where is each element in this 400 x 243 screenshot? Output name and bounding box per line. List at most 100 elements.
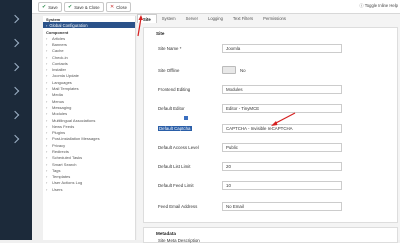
toggle-help-button[interactable]: ⓘ Toggle Inline Help (359, 3, 398, 9)
close-button[interactable]: ✕ Close (106, 2, 131, 12)
default-list-limit-label: Default List Limit (158, 164, 191, 169)
tab-permissions[interactable]: Permissions (258, 14, 291, 23)
site-section-title: Site (156, 31, 165, 36)
default-access-select[interactable]: Public (222, 143, 342, 152)
chevron-right-icon: › (46, 180, 48, 186)
chevron-right-icon: › (46, 155, 48, 161)
sidebar-item-label: User Actions Log (52, 180, 83, 186)
chevron-right-icon: › (46, 48, 48, 54)
chevron-right-icon: › (46, 92, 48, 98)
chevron-right-icon: › (46, 136, 48, 142)
default-editor-label: Default Editor (158, 106, 185, 111)
toolbar: ✔ Save ✔ Save & Close ✕ Close ⓘ Toggle I… (32, 0, 400, 14)
close-icon: ✕ (110, 4, 115, 10)
frontend-editing-label: Frontend Editing (158, 87, 191, 92)
chevron-right-icon: › (46, 174, 48, 180)
sidebar-item-label: Contacts (52, 60, 68, 66)
chevron-right-icon: › (46, 98, 48, 104)
site-name-input[interactable]: Joomla (222, 44, 342, 53)
frontend-editing-select[interactable]: Modules (222, 85, 342, 94)
sidebar-item-label: Banners (52, 41, 67, 47)
chevron-right-icon: › (46, 79, 48, 85)
sidebar-item-label: Users (52, 186, 63, 192)
metadata-fieldset: Metadata Site Meta Description (143, 227, 398, 243)
chevron-right-icon: › (46, 111, 48, 117)
sidebar-item-label: Scheduled Tasks (52, 155, 83, 161)
chevron-right-icon: › (46, 123, 48, 129)
sidebar-item-label: Media (52, 92, 63, 98)
components-heading: Component (46, 30, 69, 35)
sidebar-item-label: Plugins (52, 130, 66, 136)
chevron-right-icon: › (46, 167, 48, 173)
sidebar-item-label: Smart Search (52, 161, 77, 167)
chevron-right-icon: › (46, 161, 48, 167)
check-icon: ✔ (68, 4, 73, 10)
site-name-label: Site Name * (158, 46, 182, 51)
site-offline-switch[interactable] (222, 66, 236, 74)
default-captcha-select[interactable]: CAPTCHA - Invisible reCAPTCHA (222, 124, 342, 133)
default-feed-limit-select[interactable]: 10 (222, 181, 342, 190)
sidebar-item-label: Articles (52, 35, 66, 41)
chevron-right-icon[interactable] (10, 110, 20, 120)
site-fieldset: Site Site Name * Joomla Site Offline No … (143, 27, 398, 223)
chevron-right-icon: › (46, 73, 48, 79)
admin-sidebar (0, 0, 32, 240)
tab-server[interactable]: Server (181, 14, 203, 23)
chevron-right-icon: › (46, 117, 48, 123)
sidebar-item-label: Tags (52, 167, 61, 173)
sidebar-item-users[interactable]: › Users (43, 186, 135, 192)
chevron-right-icon: › (46, 60, 48, 66)
chevron-right-icon[interactable] (10, 14, 20, 24)
chevron-right-icon: › (46, 142, 48, 148)
chevron-right-icon[interactable] (10, 62, 20, 72)
sidebar-item-label: Joomla Update (52, 73, 79, 79)
sidebar-item-label: Redirects (52, 148, 69, 154)
sidebar-item-label: Menus (52, 98, 65, 104)
feed-email-label: Feed Email Address (158, 204, 198, 209)
chevron-right-icon: › (46, 41, 48, 47)
tab-text-filters[interactable]: Text Filters (228, 14, 258, 23)
default-editor-select[interactable]: Editor - TinyMCE (222, 104, 342, 113)
chevron-right-icon: › (46, 148, 48, 154)
chevron-right-icon: › (46, 86, 48, 92)
sidebar-item-label: Privacy (52, 142, 66, 148)
sidebar-item-label: Mail Templates (52, 86, 79, 92)
chevron-right-icon: › (46, 186, 48, 192)
help-icon: ⓘ (359, 3, 364, 8)
site-offline-value: No (240, 68, 246, 73)
tab-logging[interactable]: Logging (203, 14, 228, 23)
default-captcha-label: Default Captcha (158, 126, 192, 131)
sidebar-item-label: Languages (52, 79, 72, 85)
sidebar-item-label: News Feeds (52, 123, 75, 129)
chevron-right-icon: › (46, 35, 48, 41)
sidebar-item-label: Multilingual Associations (52, 117, 96, 123)
chevron-right-icon[interactable] (10, 86, 20, 96)
sidebar-item-label: Check-in (52, 54, 68, 60)
check-icon: ✔ (42, 4, 47, 10)
sidebar-item-label: Post-installation Messages (52, 136, 100, 142)
tab-site[interactable]: Site (137, 14, 157, 23)
config-navigation: System › Global Configuration Component … (43, 16, 136, 240)
main-content: Site System Server Logging Text Filters … (137, 14, 400, 243)
sidebar-item-label: Modules (52, 111, 68, 117)
feed-email-select[interactable]: No Email (222, 202, 342, 211)
chevron-right-icon: › (46, 54, 48, 60)
sidebar-item-label: Cache (52, 48, 64, 54)
default-access-label: Default Access Level (158, 145, 199, 150)
default-list-limit-select[interactable]: 20 (222, 162, 342, 171)
chevron-right-icon[interactable] (10, 38, 20, 48)
mouse-cursor-marker (184, 116, 188, 120)
chevron-right-icon[interactable] (10, 134, 20, 144)
metadata-section-title: Metadata (156, 231, 176, 236)
sidebar-item-label: Messaging (52, 104, 72, 110)
save-button[interactable]: ✔ Save (38, 2, 62, 12)
tab-system[interactable]: System (157, 14, 181, 23)
site-meta-description-label: Site Meta Description (158, 238, 200, 243)
default-feed-limit-label: Default Feed Limit (158, 183, 194, 188)
chevron-right-icon: › (46, 104, 48, 110)
config-tabs: Site System Server Logging Text Filters … (137, 14, 291, 23)
sidebar-item-label: Installer (52, 67, 67, 73)
save-close-button[interactable]: ✔ Save & Close (64, 2, 104, 12)
sidebar-item-label: Templates (52, 174, 71, 180)
chevron-right-icon: › (46, 67, 48, 73)
